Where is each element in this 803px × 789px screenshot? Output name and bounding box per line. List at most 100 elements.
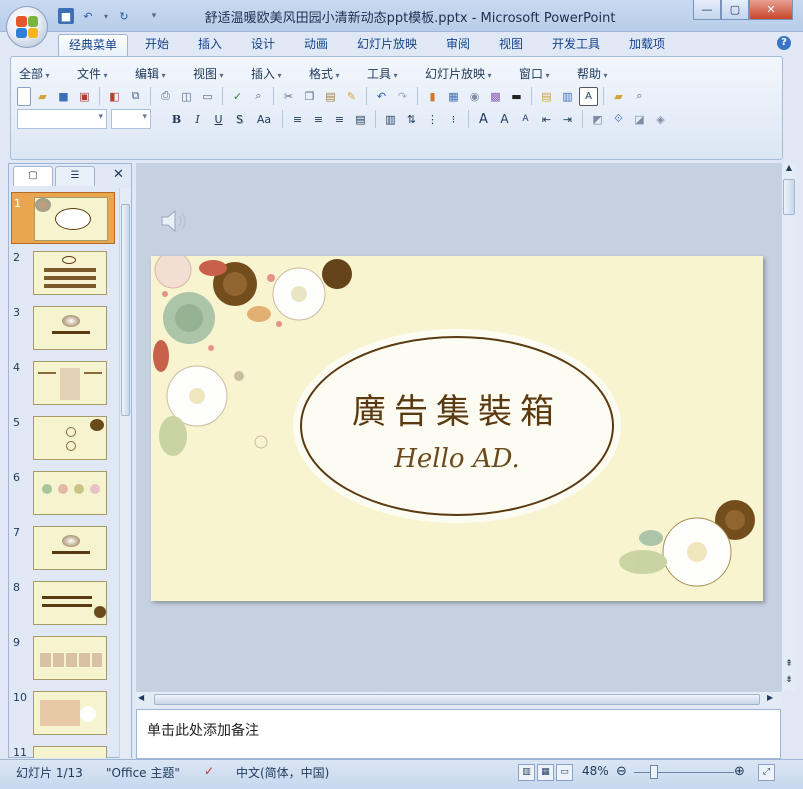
menu-all[interactable]: 全部 <box>19 65 50 82</box>
fill-color-icon[interactable]: ◈ <box>651 110 670 129</box>
align-left-icon[interactable]: ≡ <box>288 110 307 129</box>
export-pdf-icon[interactable]: ◧ <box>105 87 124 106</box>
zoom-level[interactable]: 48% <box>582 764 609 778</box>
redo-icon[interactable]: ↷ <box>393 87 412 106</box>
quick-styles-icon[interactable]: ◪ <box>630 110 649 129</box>
page-setup-icon[interactable]: ▭ <box>198 87 217 106</box>
bold-button[interactable]: B <box>167 110 186 129</box>
horizontal-scroll-thumb[interactable] <box>154 694 760 705</box>
current-slide[interactable]: 廣告集裝箱 Hello AD. <box>151 256 763 601</box>
menu-format[interactable]: 格式 <box>309 65 340 82</box>
panel-scroll-thumb[interactable] <box>121 204 130 416</box>
menu-insert[interactable]: 插入 <box>251 65 282 82</box>
tab-design[interactable]: 设计 <box>241 34 285 56</box>
speaker-icon[interactable] <box>158 208 188 234</box>
slide-thumb-11[interactable]: 11 <box>11 742 115 758</box>
undo-dropdown-icon[interactable]: ▾ <box>102 8 110 24</box>
numbering-icon[interactable]: ⋮ <box>423 110 442 129</box>
tab-review[interactable]: 审阅 <box>436 34 480 56</box>
next-slide-icon[interactable]: ⇟ <box>782 675 796 691</box>
justify-icon[interactable]: ▤ <box>351 110 370 129</box>
zoom-slider-thumb[interactable] <box>650 765 658 779</box>
scroll-right-icon[interactable]: ▶ <box>767 693 773 702</box>
close-panel-button[interactable]: ✕ <box>113 167 124 182</box>
permission-icon[interactable]: ▣ <box>75 87 94 106</box>
picture-icon[interactable]: ▩ <box>486 87 505 106</box>
slide-thumb-2[interactable]: 2 <box>11 247 115 299</box>
align-right-icon[interactable]: ≡ <box>330 110 349 129</box>
menu-tools[interactable]: 工具 <box>367 65 398 82</box>
normal-view-button[interactable]: ▥ <box>518 764 535 781</box>
redo-icon[interactable]: ↻ <box>116 8 132 24</box>
chart-icon[interactable]: ▮ <box>423 87 442 106</box>
undo-icon[interactable]: ↶ <box>372 87 391 106</box>
menu-slideshow[interactable]: 幻灯片放映 <box>425 65 492 82</box>
editor-horizontal-scrollbar[interactable]: ◀ ▶ <box>136 691 781 707</box>
tab-developer[interactable]: 开发工具 <box>542 34 610 56</box>
print-preview-icon[interactable]: ◫ <box>177 87 196 106</box>
slide-title[interactable]: 廣告集裝箱 <box>301 384 613 433</box>
increase-indent-icon[interactable]: ⇥ <box>558 110 577 129</box>
spelling-icon[interactable]: ✓ <box>228 87 247 106</box>
help-icon[interactable]: ? <box>777 36 791 50</box>
menu-window[interactable]: 窗口 <box>519 65 550 82</box>
tab-insert[interactable]: 插入 <box>188 34 232 56</box>
zoom-out-icon[interactable]: ⊖ <box>616 764 627 779</box>
bullets-icon[interactable]: ⁝ <box>444 110 463 129</box>
paste-icon[interactable]: ▤ <box>321 87 340 106</box>
slideshow-view-button[interactable]: ▭ <box>556 764 573 781</box>
print-icon[interactable]: ⎙ <box>156 87 175 106</box>
zoom-search-icon[interactable]: ⌕ <box>630 87 649 106</box>
attach-icon[interactable]: ⧉ <box>126 87 145 106</box>
slide-subtitle[interactable]: Hello AD. <box>301 444 613 474</box>
zoom-slider[interactable] <box>634 772 734 773</box>
grow-font-button[interactable]: A <box>495 110 514 129</box>
slide-thumb-8[interactable]: 8 <box>11 577 115 629</box>
font-size-select[interactable] <box>111 109 151 129</box>
slide-thumb-4[interactable]: 4 <box>11 357 115 409</box>
shapes-icon[interactable]: ◩ <box>588 110 607 129</box>
scroll-left-icon[interactable]: ◀ <box>138 693 144 702</box>
slide-thumb-9[interactable]: 9 <box>11 632 115 684</box>
cut-icon[interactable]: ✂ <box>279 87 298 106</box>
menu-edit[interactable]: 编辑 <box>135 65 166 82</box>
tab-animation[interactable]: 动画 <box>294 34 338 56</box>
font-name-select[interactable] <box>17 109 107 129</box>
format-painter-icon[interactable]: ✎ <box>342 87 361 106</box>
tab-outline[interactable]: ☰ <box>55 166 95 186</box>
panel-scrollbar[interactable] <box>119 188 131 758</box>
slide-thumb-7[interactable]: 7 <box>11 522 115 574</box>
copy-icon[interactable]: ❐ <box>300 87 319 106</box>
tab-view[interactable]: 视图 <box>489 34 533 56</box>
scroll-up-icon[interactable]: ▲ <box>782 163 796 177</box>
tab-classic-menu[interactable]: 经典菜单 <box>58 34 129 56</box>
tab-slides[interactable]: ▢ <box>13 166 53 186</box>
save-icon[interactable]: ■ <box>54 87 73 106</box>
menu-file[interactable]: 文件 <box>77 65 108 82</box>
slide-thumb-5[interactable]: 5 <box>11 412 115 464</box>
slide-sorter-button[interactable]: ▦ <box>537 764 554 781</box>
menu-view[interactable]: 视图 <box>193 65 224 82</box>
underline-button[interactable]: U <box>209 110 228 129</box>
editor-scroll-thumb[interactable] <box>783 179 795 215</box>
slide-thumb-6[interactable]: 6 <box>11 467 115 519</box>
slide-thumb-1[interactable]: 1 <box>11 192 115 244</box>
change-case-button[interactable]: Aa <box>251 110 277 129</box>
tab-addins[interactable]: 加载项 <box>619 34 675 56</box>
slide-thumb-10[interactable]: 10 <box>11 687 115 739</box>
zoom-in-icon[interactable]: ⊕ <box>734 764 745 779</box>
menu-help[interactable]: 帮助 <box>577 65 608 82</box>
italic-button[interactable]: I <box>188 110 207 129</box>
clipart-icon[interactable]: ◉ <box>465 87 484 106</box>
tab-home[interactable]: 开始 <box>135 34 179 56</box>
editor-vertical-scrollbar[interactable]: ▲ ⇞ ⇟ <box>781 163 796 691</box>
save-icon[interactable]: ■ <box>58 8 74 24</box>
language-indicator[interactable]: 中文(简体，中国) <box>236 764 329 781</box>
close-button[interactable]: ✕ <box>749 0 793 20</box>
font-color-button[interactable]: A <box>474 110 493 129</box>
arrange-icon[interactable]: ⟐ <box>609 110 628 129</box>
tab-slideshow[interactable]: 幻灯片放映 <box>347 34 427 56</box>
folder-icon[interactable]: ▰ <box>609 87 628 106</box>
open-icon[interactable]: ▰ <box>33 87 52 106</box>
shadow-button[interactable]: S <box>230 110 249 129</box>
